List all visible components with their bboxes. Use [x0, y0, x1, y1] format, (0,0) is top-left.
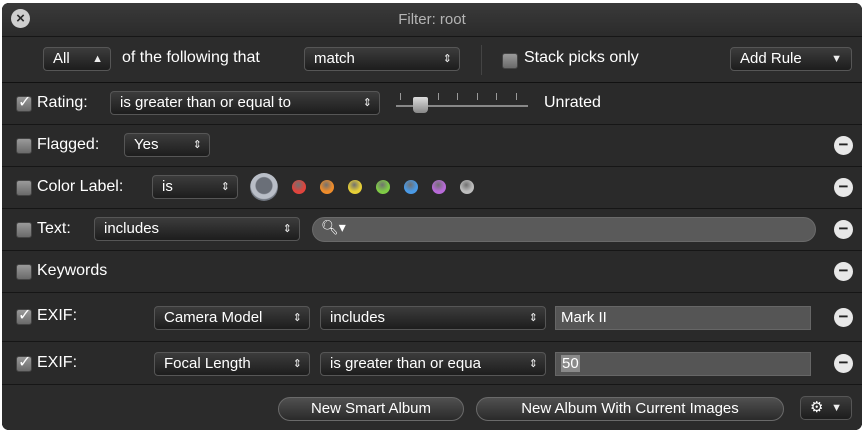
scope-value: All	[53, 50, 70, 67]
exif-field-popup[interactable]: Focal Length ⇕	[154, 352, 310, 376]
exif-operator-value: is greater than or equa	[330, 355, 481, 372]
color-label-label: Color Label:	[37, 178, 124, 195]
gear-menu-button[interactable]: ⚙ ▼	[800, 396, 852, 420]
color-swatch[interactable]	[460, 180, 474, 194]
remove-rule-minus-icon[interactable]: −	[834, 220, 853, 239]
add-rule-label: Add Rule	[740, 50, 802, 67]
rule-row-color-label: Color Label: is ⇕ −	[2, 167, 862, 209]
updown-arrows-icon: ▲	[92, 53, 103, 65]
exif-field-value: Focal Length	[164, 355, 251, 372]
stack-picks-label: Stack picks only	[524, 49, 639, 66]
updown-arrows-icon: ⇕	[292, 312, 302, 324]
rating-value-text: Unrated	[544, 94, 601, 111]
rule-row-keywords: Keywords −	[2, 251, 862, 293]
checkmark-icon: ✓	[18, 94, 32, 111]
checkmark-icon: ✓	[18, 307, 32, 324]
color-label-checkbox[interactable]	[16, 180, 32, 196]
divider	[481, 45, 482, 75]
chevron-down-icon: ▼	[831, 53, 842, 65]
text-operator-popup[interactable]: includes ⇕	[94, 217, 300, 241]
exif-camera-value-field[interactable]: Mark II	[555, 306, 811, 330]
stack-picks-checkbox[interactable]	[502, 53, 518, 69]
match-value: match	[314, 50, 355, 67]
new-smart-album-button[interactable]: New Smart Album	[278, 397, 464, 421]
chevron-down-icon: ▼	[831, 402, 842, 414]
exif-focal-value-field[interactable]: 50	[555, 352, 811, 376]
exif-field-value: Camera Model	[164, 309, 263, 326]
rule-row-exif-camera: ✓ EXIF: Camera Model ⇕ includes ⇕ Mark I…	[2, 293, 862, 342]
match-bar: All ▲ of the following that match ⇕ Stac…	[2, 37, 862, 83]
exif-operator-popup[interactable]: includes ⇕	[320, 306, 546, 330]
exif-operator-popup[interactable]: is greater than or equa ⇕	[320, 352, 546, 376]
rating-operator-popup[interactable]: is greater than or equal to ⇕	[110, 91, 380, 115]
slider-tick	[496, 93, 497, 100]
checkmark-icon: ✓	[18, 354, 32, 371]
bottom-bar: New Smart Album New Album With Current I…	[2, 385, 862, 430]
exif-focal-checkbox[interactable]: ✓	[16, 354, 32, 372]
slider-tick	[516, 93, 517, 100]
exif-camera-checkbox[interactable]: ✓	[16, 307, 32, 325]
magnifier-icon: 🔍︎▾	[321, 219, 346, 235]
slider-tick	[477, 93, 478, 100]
color-label-operator-popup[interactable]: is ⇕	[152, 175, 238, 199]
rating-slider-knob[interactable]	[413, 97, 428, 113]
text-search-field[interactable]: 🔍︎▾	[312, 217, 816, 242]
remove-rule-minus-icon[interactable]: −	[834, 262, 853, 281]
text-label: Text:	[37, 220, 71, 237]
rule-row-flagged: Flagged: Yes ⇕ −	[2, 125, 862, 167]
gear-icon: ⚙	[810, 399, 824, 416]
updown-arrows-icon: ⇕	[442, 53, 452, 65]
rule-row-exif-focal: ✓ EXIF: Focal Length ⇕ is greater than o…	[2, 342, 862, 385]
color-label-operator-value: is	[162, 178, 173, 195]
text-checkbox[interactable]	[16, 222, 32, 238]
rule-row-rating: ✓ Rating: is greater than or equal to ⇕ …	[2, 83, 862, 125]
flagged-value-popup[interactable]: Yes ⇕	[124, 133, 210, 157]
window-title: Filter: root	[398, 11, 466, 28]
flagged-label: Flagged:	[37, 136, 100, 153]
of-following-text: of the following that	[122, 49, 260, 66]
flagged-checkbox[interactable]	[16, 138, 32, 154]
color-swatch[interactable]	[320, 180, 334, 194]
exif-focal-value: 50	[561, 355, 580, 372]
updown-arrows-icon: ⇕	[292, 358, 302, 370]
slider-tick	[438, 93, 439, 100]
title-bar: × Filter: root	[2, 3, 862, 37]
text-operator-value: includes	[104, 220, 160, 237]
exif-camera-label: EXIF:	[37, 307, 78, 324]
keywords-label: Keywords	[37, 262, 108, 279]
updown-arrows-icon: ⇕	[528, 358, 538, 370]
color-swatch[interactable]	[292, 180, 306, 194]
updown-arrows-icon: ⇕	[192, 139, 202, 151]
remove-rule-minus-icon[interactable]: −	[834, 136, 853, 155]
updown-arrows-icon: ⇕	[362, 97, 372, 109]
no-color-swatch[interactable]	[250, 173, 278, 201]
exif-field-popup[interactable]: Camera Model ⇕	[154, 306, 310, 330]
updown-arrows-icon: ⇕	[282, 223, 292, 235]
remove-rule-minus-icon[interactable]: −	[834, 178, 853, 197]
color-swatch[interactable]	[376, 180, 390, 194]
rating-checkbox[interactable]: ✓	[16, 94, 32, 112]
color-swatch[interactable]	[348, 180, 362, 194]
match-popup[interactable]: match ⇕	[304, 47, 460, 71]
slider-tick	[400, 93, 401, 100]
updown-arrows-icon: ⇕	[220, 181, 230, 193]
rating-operator-value: is greater than or equal to	[120, 94, 291, 111]
new-album-current-images-button[interactable]: New Album With Current Images	[476, 397, 784, 421]
remove-rule-minus-icon[interactable]: −	[834, 308, 853, 327]
color-swatch[interactable]	[432, 180, 446, 194]
remove-rule-minus-icon[interactable]: −	[834, 354, 853, 373]
color-swatch[interactable]	[404, 180, 418, 194]
exif-focal-label: EXIF:	[37, 354, 78, 371]
flagged-value: Yes	[134, 136, 159, 153]
updown-arrows-icon: ⇕	[528, 312, 538, 324]
rating-label: Rating:	[37, 94, 88, 111]
filter-window: × Filter: root All ▲ of the following th…	[2, 3, 862, 430]
scope-popup[interactable]: All ▲	[43, 47, 111, 71]
slider-tick	[457, 93, 458, 100]
add-rule-popup[interactable]: Add Rule ▼	[730, 47, 852, 71]
keywords-checkbox[interactable]	[16, 264, 32, 280]
rule-row-text: Text: includes ⇕ 🔍︎▾ −	[2, 209, 862, 251]
exif-operator-value: includes	[330, 309, 386, 326]
